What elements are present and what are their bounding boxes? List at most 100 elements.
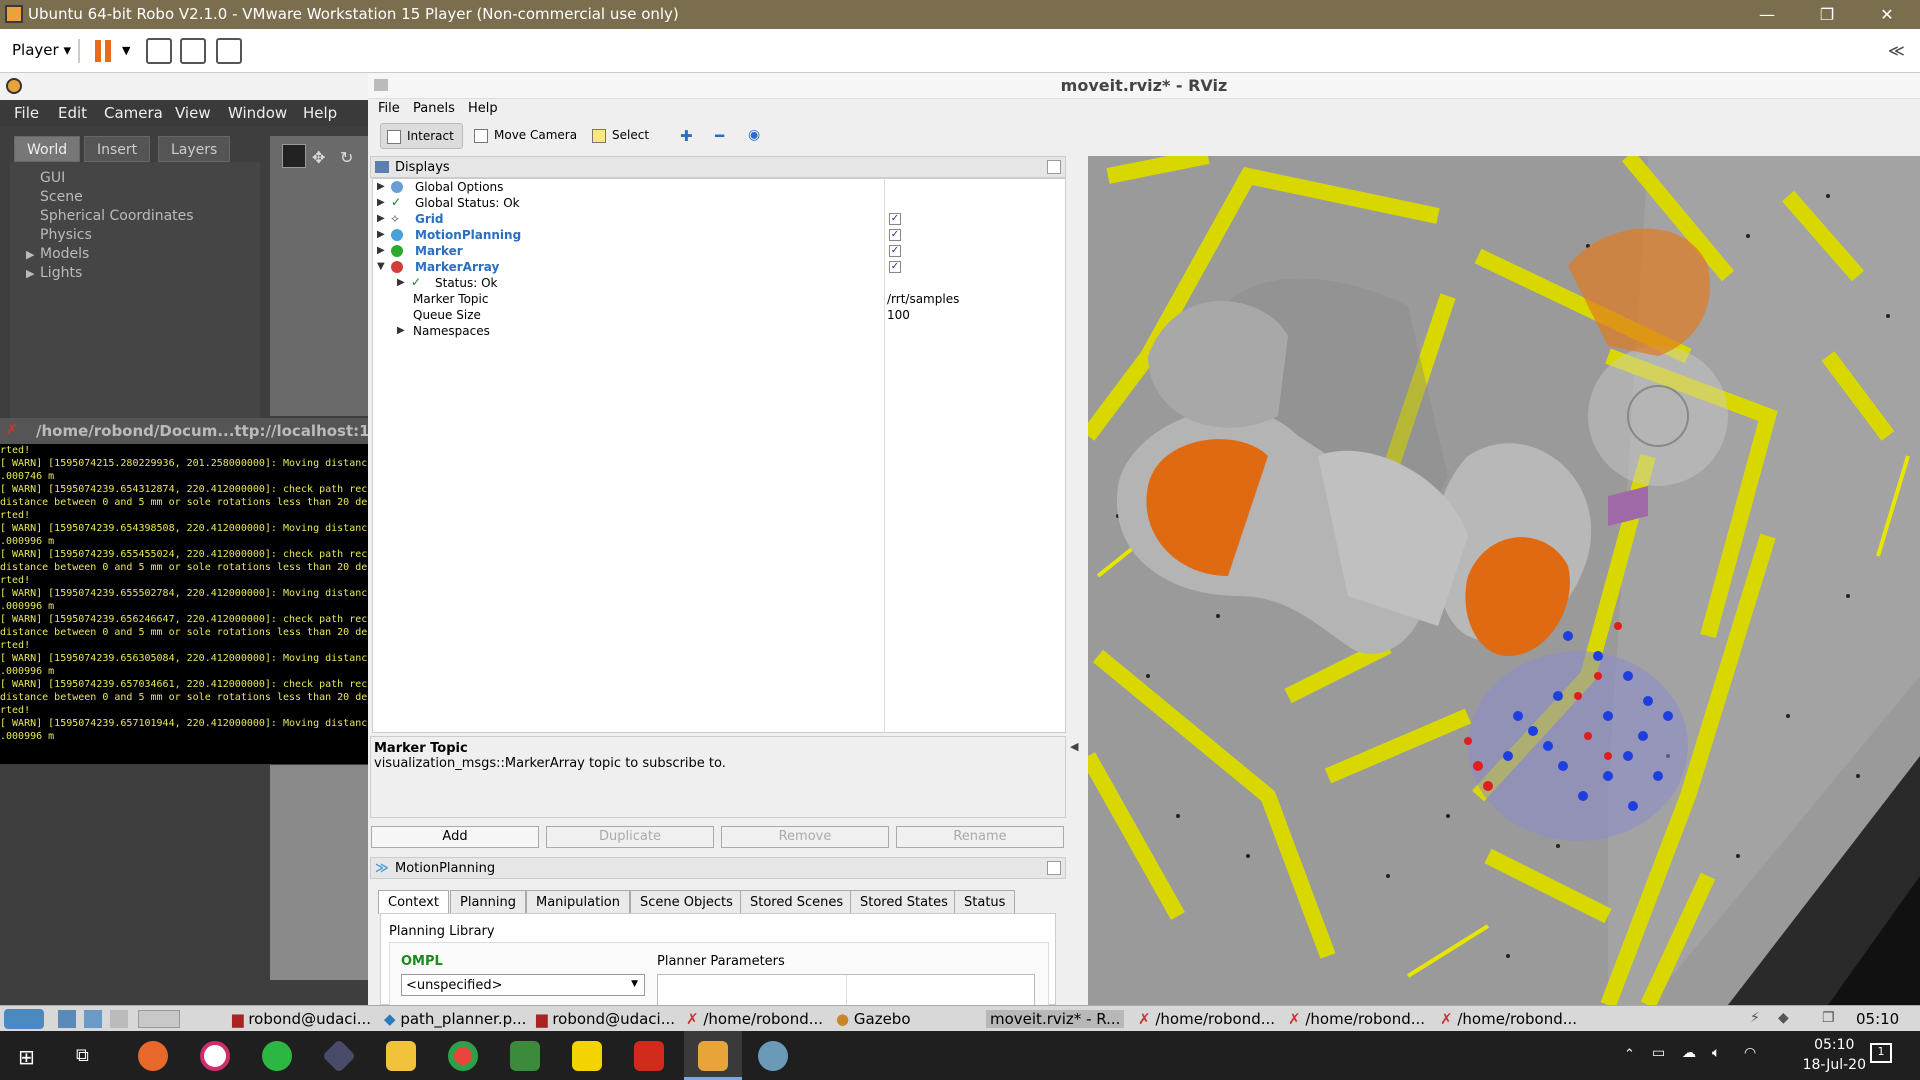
file-explorer-icon[interactable] <box>386 1041 416 1071</box>
mp-tab-planning[interactable]: Planning <box>450 890 526 914</box>
screen-icon[interactable]: ❐ <box>1822 1010 1835 1026</box>
onedrive-icon[interactable]: ☁ <box>1682 1045 1696 1061</box>
displays-tree[interactable]: ▶ Global Options ▶ ✓ Global Status: Ok ▶ ⟡ Gr… <box>372 178 1066 733</box>
close-button[interactable]: ✕ <box>1864 0 1910 29</box>
move-camera-tool[interactable]: Move Camera <box>468 123 585 149</box>
task-view-icon[interactable]: ⧉ <box>76 1045 89 1066</box>
workspace-switcher[interactable] <box>138 1010 180 1028</box>
markerarray-queue-size[interactable]: Queue Size 100 <box>373 307 1063 323</box>
gz-tree-lights[interactable]: ▶ Lights <box>10 265 260 284</box>
planner-select[interactable]: <unspecified> ▼ <box>401 974 645 996</box>
gz-tab-layers[interactable]: Layers <box>158 136 231 162</box>
queue-size-value[interactable]: 100 <box>887 308 910 322</box>
app-badge-icon[interactable] <box>200 1041 230 1071</box>
mp-tab-manipulation[interactable]: Manipulation <box>526 890 631 914</box>
volume-icon[interactable]: 🔈︎ <box>1712 1045 1720 1061</box>
mp-tab-stored-states[interactable]: Stored States <box>850 890 958 914</box>
marker-checkbox[interactable]: ✓ <box>889 245 901 257</box>
start-menu-icon[interactable] <box>4 1009 44 1029</box>
collapse-panel-arrow-icon[interactable]: ◀ <box>1070 740 1086 762</box>
paint-icon[interactable] <box>758 1041 788 1071</box>
gz-tab-insert[interactable]: Insert <box>84 136 151 162</box>
desktop-icon[interactable] <box>110 1010 128 1028</box>
remove-tool-icon[interactable]: ━ <box>715 127 724 145</box>
rename-button[interactable]: Rename <box>896 826 1064 848</box>
notification-center-icon[interactable]: 1 <box>1870 1043 1892 1063</box>
panel-float-button[interactable] <box>1047 160 1061 174</box>
gz-tab-world[interactable]: World <box>14 136 81 162</box>
task-home-1[interactable]: ✗ /home/robond... <box>686 1010 823 1028</box>
gz-menu-camera[interactable]: Camera <box>104 104 163 122</box>
translate-icon[interactable]: ✥ <box>312 148 325 167</box>
scene-render[interactable] <box>1088 156 1920 1005</box>
interact-tool[interactable]: Interact <box>380 123 463 149</box>
app-diamond-icon[interactable] <box>322 1039 356 1073</box>
display-motionplanning[interactable]: ▶ MotionPlanning ✓ <box>373 227 1063 243</box>
rviz-menu-panels[interactable]: Panels <box>413 101 455 116</box>
column-divider[interactable] <box>884 178 885 733</box>
rviz-menu-file[interactable]: File <box>378 101 400 116</box>
duplicate-button[interactable]: Duplicate <box>546 826 714 848</box>
motionplanning-checkbox[interactable]: ✓ <box>889 229 901 241</box>
mp-panel-float-button[interactable] <box>1047 861 1061 875</box>
display-grid[interactable]: ▶ ⟡ Grid ✓ <box>373 211 1063 227</box>
add-tool-icon[interactable]: ✚ <box>680 127 693 145</box>
markerarray-topic[interactable]: Marker Topic/rrt/samples <box>373 291 1063 307</box>
gz-menu-view[interactable]: View <box>175 104 211 122</box>
gz-tree-gui[interactable]: GUI <box>10 170 260 189</box>
pause-icon-bar[interactable] <box>105 40 111 62</box>
fullscreen-icon[interactable] <box>180 38 206 64</box>
view-tool-icon[interactable]: ◉ <box>748 127 760 143</box>
wifi-icon[interactable]: ◠ <box>1744 1045 1756 1061</box>
mp-tab-context[interactable]: Context <box>378 890 449 914</box>
player-menu[interactable]: Player ▾ <box>12 41 71 59</box>
gz-tree-physics[interactable]: Physics <box>10 227 260 246</box>
gz-menu-help[interactable]: Help <box>303 104 337 122</box>
add-button[interactable]: Add <box>371 826 539 848</box>
task-home-2[interactable]: ✗ /home/robond... <box>1138 1010 1275 1028</box>
mp-tab-stored-scenes[interactable]: Stored Scenes <box>740 890 854 914</box>
send-ctrl-alt-del-icon[interactable] <box>146 38 172 64</box>
mp-tab-status[interactable]: Status <box>954 890 1016 914</box>
display-markerarray[interactable]: ▼ MarkerArray ✓ <box>373 259 1063 275</box>
sticky-notes-icon[interactable] <box>572 1041 602 1071</box>
markerarray-namespaces[interactable]: ▶ Namespaces <box>373 323 1063 339</box>
guest-clock[interactable]: 05:10 <box>1856 1010 1899 1028</box>
chrome-icon[interactable] <box>448 1041 478 1071</box>
task-home-3[interactable]: ✗ /home/robond... <box>1288 1010 1425 1028</box>
network-icon[interactable]: ◆ <box>1778 1010 1789 1026</box>
display-global-status[interactable]: ▶ ✓ Global Status: Ok <box>373 195 1063 211</box>
pause-dropdown-icon[interactable]: ▼ <box>122 44 130 57</box>
rviz-menu-help[interactable]: Help <box>468 101 498 116</box>
gz-menu-window[interactable]: Window <box>228 104 287 122</box>
unity-icon[interactable] <box>216 38 242 64</box>
mp-tab-scene-objects[interactable]: Scene Objects <box>630 890 743 914</box>
pause-icon[interactable] <box>95 40 101 62</box>
grid-checkbox[interactable]: ✓ <box>889 213 901 225</box>
task-terminal-1[interactable]: ▆ robond@udaci... <box>232 1010 371 1028</box>
display-global-options[interactable]: ▶ Global Options <box>373 179 1063 195</box>
collapse-toolbar-button[interactable]: ≪ <box>1888 41 1905 60</box>
markerarray-checkbox[interactable]: ✓ <box>889 261 901 273</box>
remove-button[interactable]: Remove <box>721 826 889 848</box>
display-marker[interactable]: ▶ Marker ✓ <box>373 243 1063 259</box>
rviz-3d-viewport[interactable] <box>1088 156 1920 1005</box>
gz-menu-edit[interactable]: Edit <box>58 104 87 122</box>
gz-tree-scene[interactable]: Scene <box>10 189 260 208</box>
marker-topic-value[interactable]: /rrt/samples <box>887 292 959 306</box>
gazebo-scene-lower[interactable] <box>270 765 368 980</box>
planner-parameters-table[interactable] <box>657 974 1035 1007</box>
task-vscode[interactable]: ◆ path_planner.p... <box>384 1010 526 1028</box>
acrobat-icon[interactable] <box>634 1041 664 1071</box>
terminal-output[interactable]: rted! [ WARN] [1595074215.280229936, 201.… <box>0 444 368 764</box>
task-terminal-2[interactable]: ▆ robond@udaci... <box>536 1010 675 1028</box>
whatsapp-icon[interactable] <box>262 1041 292 1071</box>
task-gazebo[interactable]: ● Gazebo <box>836 1010 911 1028</box>
restore-button[interactable]: ❐ <box>1804 0 1850 29</box>
battery-icon[interactable]: ▭ <box>1652 1045 1665 1061</box>
minimize-button[interactable]: — <box>1744 0 1790 29</box>
show-hidden-icons[interactable]: ⌃ <box>1624 1047 1635 1062</box>
select-arrow-icon[interactable] <box>282 144 306 168</box>
markerarray-status[interactable]: ▶ ✓ Status: Ok <box>373 275 1063 291</box>
image-viewer-icon[interactable] <box>510 1041 540 1071</box>
